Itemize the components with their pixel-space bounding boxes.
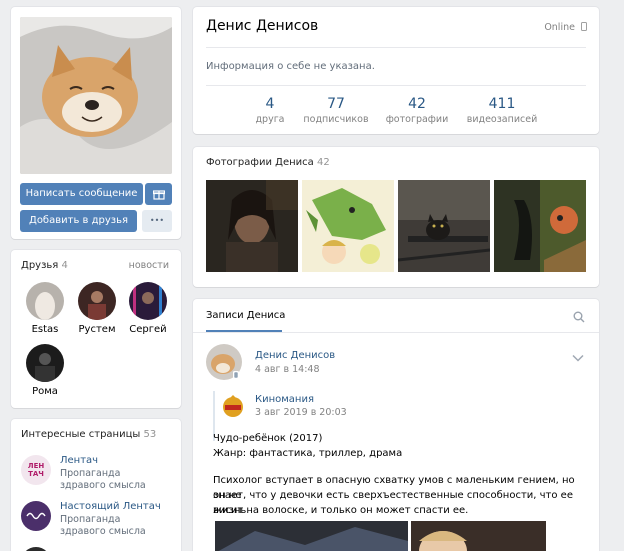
- stat-value: 77: [327, 96, 345, 112]
- page-name[interactable]: Настоящий Лентач: [60, 501, 161, 512]
- page-desc: Пропаганда здравого смысла: [60, 468, 146, 491]
- avatar-card: Написать сообщение Добавить в друзья •••: [11, 7, 181, 239]
- stat-label: подписчиков: [303, 114, 369, 125]
- page-avatar-partial: [25, 547, 47, 551]
- photos-card: Фотографии Дениса 42: [193, 147, 599, 287]
- post-line: висит на волоске, и только он может спас…: [213, 505, 469, 516]
- friend-item[interactable]: Estas: [20, 282, 70, 335]
- photo-thumb[interactable]: [302, 180, 394, 272]
- friend-item[interactable]: Рома: [20, 344, 70, 397]
- mobile-icon: [581, 22, 587, 31]
- online-status: Online: [544, 22, 587, 33]
- friends-count: 4: [61, 260, 68, 271]
- post-image[interactable]: [215, 521, 408, 551]
- stat-value: 411: [488, 96, 516, 112]
- page-item[interactable]: Настоящий Лентач Пропаганда здравого смы…: [21, 501, 176, 541]
- divider: [193, 332, 599, 333]
- friend-avatar: [129, 282, 167, 320]
- photo-thumb[interactable]: [206, 180, 298, 272]
- post-date[interactable]: 4 авг в 14:48: [255, 364, 320, 375]
- post-author-avatar[interactable]: [206, 344, 242, 380]
- friend-name: Estas: [31, 324, 59, 335]
- stat-photos[interactable]: 42 фотографии: [377, 95, 457, 126]
- search-icon[interactable]: [573, 311, 585, 323]
- profile-name: Денис Денисов: [206, 18, 319, 34]
- divider: [206, 47, 586, 48]
- post-line: Чудо-ребёнок (2017): [213, 433, 323, 444]
- stat-videos[interactable]: 411 видеозаписей: [462, 95, 542, 126]
- online-status-text: Online: [544, 22, 575, 33]
- friend-avatar: [26, 344, 64, 382]
- photo-thumb[interactable]: [398, 180, 490, 272]
- friend-name: Сергей: [129, 324, 167, 335]
- kinomania-avatar[interactable]: [219, 392, 247, 420]
- stat-value: 42: [408, 96, 426, 112]
- lentach-avatar: ЛЕН ТАЧ: [21, 455, 51, 485]
- divider: [206, 85, 586, 86]
- friend-name: Рома: [32, 386, 58, 397]
- profile-photo[interactable]: [20, 17, 172, 174]
- tab-wall-posts[interactable]: Записи Дениса: [206, 310, 285, 321]
- page-desc: Пропаганда здравого смысла: [60, 514, 146, 537]
- friend-item[interactable]: Рустем: [72, 282, 122, 335]
- friends-news-link[interactable]: новости: [129, 260, 169, 271]
- svg-text:ТАЧ: ТАЧ: [28, 470, 44, 478]
- friend-item[interactable]: Сергей: [123, 282, 173, 335]
- svg-text:ЛЕН: ЛЕН: [28, 462, 45, 470]
- page-name[interactable]: Лентач: [60, 455, 98, 466]
- photos-count: 42: [316, 157, 330, 168]
- stat-followers[interactable]: 77 подписчиков: [296, 95, 376, 126]
- post-line: Жанр: фантастика, триллер, драма: [213, 448, 403, 459]
- wall-card: Записи Дениса Денис Денисов 4 авг в 14:4…: [193, 299, 599, 551]
- profile-info-card: Денис Денисов Online Информация о себе н…: [193, 7, 599, 134]
- stat-label: фотографии: [385, 114, 449, 125]
- friend-avatar: [78, 282, 116, 320]
- page-item[interactable]: ЛЕН ТАЧ Лентач Пропаганда здравого смысл…: [21, 455, 176, 495]
- interesting-title[interactable]: Интересные страницы: [21, 429, 140, 440]
- add-friend-button[interactable]: Добавить в друзья: [20, 210, 137, 232]
- gift-button[interactable]: [145, 183, 172, 205]
- friends-title[interactable]: Друзья: [21, 260, 58, 271]
- chevron-down-icon[interactable]: [572, 354, 584, 362]
- photos-title[interactable]: Фотографии Дениса: [206, 157, 314, 168]
- interesting-pages-card: Интересные страницы 53 ЛЕН ТАЧ Лентач Пр…: [11, 419, 181, 551]
- post-image[interactable]: [411, 521, 546, 551]
- repost-source[interactable]: Киномания: [255, 394, 314, 405]
- post-author[interactable]: Денис Денисов: [255, 350, 335, 361]
- friend-name: Рустем: [78, 324, 116, 335]
- interesting-count: 53: [143, 429, 157, 440]
- more-actions-button[interactable]: •••: [142, 210, 172, 232]
- send-message-button[interactable]: Написать сообщение: [20, 183, 143, 205]
- profile-about: Информация о себе не указана.: [206, 61, 375, 72]
- photo-thumb[interactable]: [494, 180, 586, 272]
- friend-avatar: [26, 282, 64, 320]
- gift-icon: [152, 190, 165, 200]
- real-lentach-avatar: [21, 501, 51, 531]
- repost-date[interactable]: 3 авг 2019 в 20:03: [255, 407, 347, 418]
- friends-card: Друзья 4 новости Estas Рустем Сергей Ром…: [11, 250, 181, 408]
- stat-label: видеозаписей: [466, 114, 538, 125]
